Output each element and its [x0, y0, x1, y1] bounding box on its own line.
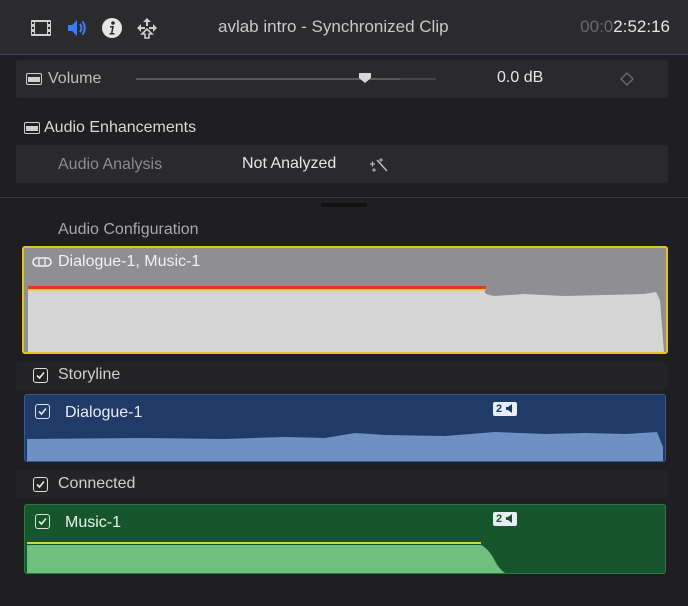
timecode-lit: 2:52:16 [613, 17, 670, 36]
volume-section-icon [26, 73, 42, 85]
audio-configuration-label: Audio Configuration [58, 221, 199, 238]
audio-analysis-row: Audio Analysis Not Analyzed [16, 145, 668, 183]
timecode: 00:02:52:16 [580, 17, 670, 37]
volume-label: Volume [48, 70, 102, 87]
dialogue-clip[interactable]: Dialogue-1 2 [24, 394, 666, 462]
panel-divider [0, 197, 688, 198]
volume-value-number: 0.0 [497, 69, 520, 86]
share-arrows-icon[interactable] [136, 17, 158, 39]
filmstrip-icon[interactable] [30, 17, 52, 39]
enhancements-label[interactable]: Audio Enhancements [44, 119, 196, 137]
timecode-dim: 00:0 [580, 17, 614, 36]
speaker-icon[interactable] [66, 17, 88, 39]
info-icon[interactable] [101, 17, 123, 39]
audio-analysis-value: Not Analyzed [242, 155, 337, 172]
splitter-handle[interactable] [321, 203, 367, 207]
connected-label: Connected [58, 475, 136, 492]
combined-waveform [28, 286, 664, 352]
magic-wand-icon[interactable] [368, 156, 390, 174]
volume-row: Volume 0.0 dB [16, 60, 668, 98]
volume-slider[interactable] [136, 73, 436, 83]
music-waveform [27, 542, 505, 573]
volume-value[interactable]: 0.0 dB [497, 69, 543, 87]
keyframe-diamond-icon[interactable] [620, 72, 634, 86]
enhancements-section-icon [24, 122, 40, 134]
clip-title: avlab intro - Synchronized Clip [218, 17, 449, 36]
storyline-label: Storyline [58, 366, 121, 383]
music-clip[interactable]: Music-1 2 [24, 504, 666, 574]
dialogue-waveform [27, 432, 663, 461]
volume-unit: dB [523, 69, 544, 86]
combined-audio-clip[interactable]: Dialogue-1, Music-1 [22, 246, 668, 354]
storyline-checkbox[interactable] [33, 368, 48, 383]
connected-checkbox[interactable] [33, 477, 48, 492]
inspector-titlebar: avlab intro - Synchronized Clip 00:02:52… [0, 0, 688, 55]
audio-analysis-label: Audio Analysis [58, 156, 163, 173]
volume-slider-handle[interactable] [358, 72, 372, 84]
